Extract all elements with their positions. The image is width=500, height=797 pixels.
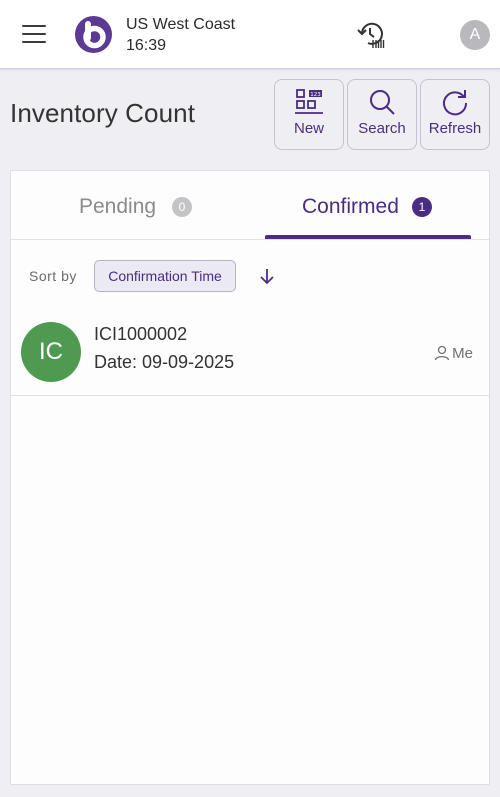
new-label: New <box>293 120 324 137</box>
svg-text:123: 123 <box>310 92 321 98</box>
location-name: US West Coast <box>126 16 236 33</box>
menu-icon[interactable] <box>22 22 48 46</box>
item-avatar: IC <box>21 322 81 382</box>
active-tab-indicator <box>265 235 471 239</box>
item-code: ICI1000002 <box>94 324 188 344</box>
barcode-grid-icon: 123 <box>295 89 323 114</box>
item-owner-label: Me <box>452 345 473 362</box>
tab-pending-label: Pending <box>79 195 157 218</box>
search-label: Search <box>358 120 406 137</box>
location-info: US West Coast 16:39 <box>126 14 235 56</box>
top-bar: US West Coast 16:39 A <box>0 0 500 69</box>
pending-count-badge: 0 <box>172 197 192 217</box>
sort-label: Sort by <box>29 268 77 284</box>
tab-confirmed[interactable]: Confirmed 1 <box>250 171 489 239</box>
confirmed-count-badge: 1 <box>412 197 432 217</box>
current-time: 16:39 <box>126 37 167 54</box>
sort-field-chip[interactable]: Confirmation Time <box>94 260 236 292</box>
page-title: Inventory Count <box>10 98 196 128</box>
user-avatar[interactable]: A <box>460 20 490 50</box>
history-sync-icon[interactable] <box>356 20 388 50</box>
refresh-button[interactable]: Refresh <box>420 79 490 150</box>
search-button[interactable]: Search <box>347 79 417 150</box>
refresh-icon <box>443 90 468 116</box>
refresh-label: Refresh <box>428 120 482 137</box>
tab-confirmed-label: Confirmed <box>302 195 399 218</box>
search-icon <box>370 90 395 115</box>
app-logo <box>75 16 112 53</box>
inventory-list-card: Pending 0 Confirmed 1 Sort by Confirmati… <box>10 170 490 785</box>
item-owner: Me <box>434 345 473 362</box>
person-icon <box>435 345 450 361</box>
list-item[interactable]: IC ICI1000002 Date: 09-09-2025 Me <box>11 311 489 396</box>
new-button[interactable]: 123 New <box>274 79 344 150</box>
tab-pending[interactable]: Pending 0 <box>11 171 250 239</box>
arrow-down-icon[interactable] <box>257 266 277 286</box>
status-tabs: Pending 0 Confirmed 1 <box>11 171 489 240</box>
item-date: Date: 09-09-2025 <box>94 352 235 372</box>
